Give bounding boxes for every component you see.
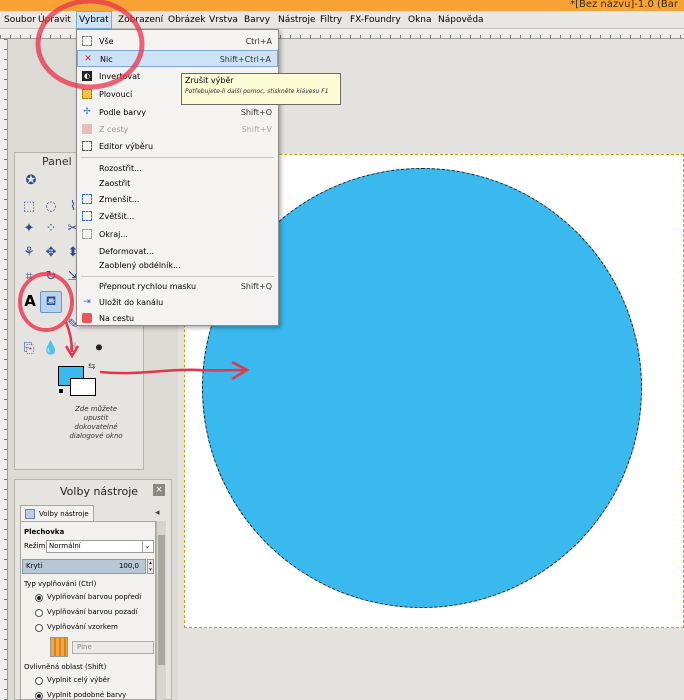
- menu-item-all[interactable]: Vše Ctrl+A: [77, 33, 278, 50]
- opacity-stepper[interactable]: ▴ ▾: [147, 559, 154, 574]
- paths-icon[interactable]: ⚘: [20, 244, 38, 262]
- tool-name: Plechovka: [24, 528, 65, 536]
- dock-hint: Zde můžete upustit dokovatelné dialogové…: [69, 405, 123, 440]
- opacity-label: Krytí: [26, 562, 43, 570]
- reset-colors-icon[interactable]: [58, 388, 64, 394]
- menu-item-grow[interactable]: Zvětšit...: [77, 208, 278, 225]
- ellipse-select-icon[interactable]: ◌: [42, 198, 60, 216]
- menu-item-sharpen[interactable]: Zaostřit: [77, 175, 278, 192]
- blur-icon[interactable]: 💧: [42, 340, 60, 358]
- menu-windows[interactable]: Okna: [406, 11, 434, 29]
- window-titlebar: *[Bez názvu]-1.0 (Bar: [0, 0, 684, 11]
- border-icon: [82, 229, 92, 239]
- fill-whole-radio[interactable]: [35, 677, 43, 685]
- color-select-icon[interactable]: ⁘: [42, 220, 60, 238]
- rotate-icon[interactable]: ↻: [42, 268, 60, 286]
- path-icon: [82, 124, 92, 134]
- fill-similar-label: Vyplnit podobné barvy: [47, 691, 127, 699]
- gimp-logo-icon: ✪: [25, 173, 37, 188]
- to-path-icon: [82, 313, 92, 323]
- menubar: Soubor Úpravit Vybrat Zobrazení Obrázek …: [0, 11, 684, 29]
- fill-fg-radio[interactable]: [35, 594, 43, 602]
- background-color-swatch[interactable]: [70, 378, 96, 396]
- tab-tool-options[interactable]: Volby nástroje: [20, 505, 94, 522]
- text-tool-icon[interactable]: A: [21, 292, 39, 310]
- selection-editor-icon: [82, 141, 92, 151]
- window-title: *[Bez názvu]-1.0 (Bar: [570, 0, 678, 10]
- menu-tools[interactable]: Nástroje: [276, 11, 318, 29]
- chevron-down-icon: ⌄: [142, 541, 152, 552]
- close-icon: ✕: [84, 54, 92, 64]
- tool-options-scrollbar[interactable]: [156, 521, 166, 700]
- menu-file[interactable]: Soubor: [2, 11, 38, 29]
- scrollbar-thumb[interactable]: [158, 535, 165, 665]
- menu-separator: [81, 157, 274, 158]
- swap-colors-icon[interactable]: ⇆: [88, 362, 96, 372]
- menu-view[interactable]: Zobrazení: [116, 11, 165, 29]
- fill-bg-label: Vyplňování barvou pozadí: [47, 608, 138, 616]
- menu-item-from-path[interactable]: Z cesty Shift+V: [77, 121, 278, 138]
- mode-select[interactable]: Normální ⌄: [46, 540, 154, 553]
- bucket-fill-icon[interactable]: ⛾: [40, 291, 62, 313]
- fill-pattern-label: Vyplňování vzorkem: [47, 623, 118, 631]
- menu-item-rounded-rect[interactable]: Zaoblený obdélník...: [77, 257, 278, 274]
- affected-area-label: Ovlivněná oblast (Shift): [24, 663, 107, 671]
- fuzzy-select-icon[interactable]: ✦: [20, 220, 38, 238]
- shrink-icon: [82, 194, 92, 204]
- menu-item-by-color[interactable]: ✢ Podle barvy Shift+O: [77, 104, 278, 121]
- menu-fx-foundry[interactable]: FX-Foundry: [348, 11, 403, 29]
- menu-filters[interactable]: Filtry: [318, 11, 344, 29]
- move-icon[interactable]: ✥: [42, 244, 60, 262]
- vertical-ruler[interactable]: [0, 39, 8, 700]
- save-channel-icon: ⇥: [83, 297, 91, 307]
- fill-type-label: Typ vyplňování (Ctrl): [24, 580, 97, 588]
- smudge-icon[interactable]: ☝: [64, 340, 82, 358]
- tooltip: Zrušit výběr Potřebujete-li další pomoc,…: [181, 73, 341, 105]
- clone-icon[interactable]: ⎘: [20, 340, 38, 358]
- pattern-preview[interactable]: [50, 637, 68, 657]
- tool-options-tab-icon: [25, 509, 35, 519]
- fill-pattern-radio[interactable]: [35, 624, 43, 632]
- select-all-icon: [82, 36, 92, 46]
- tab-menu-icon[interactable]: ◂: [155, 508, 160, 518]
- close-icon[interactable]: ×: [153, 484, 165, 496]
- menu-layer[interactable]: Vrstva: [207, 11, 240, 29]
- menu-item-to-path[interactable]: Na cestu: [77, 310, 278, 327]
- opacity-value: 100,0: [118, 562, 139, 570]
- float-icon: [82, 89, 92, 99]
- menu-help[interactable]: Nápověda: [436, 11, 486, 29]
- crop-icon[interactable]: ⌗: [20, 268, 38, 286]
- grow-icon: [82, 211, 92, 221]
- rect-select-icon[interactable]: ⬚: [20, 198, 38, 216]
- menu-item-save-to-channel[interactable]: ⇥ Uložit do kanálu: [77, 294, 278, 311]
- color-select-icon: ✢: [83, 107, 91, 117]
- mode-value: Normální: [49, 542, 81, 550]
- tooltip-hint: Potřebujete-li další pomoc, stiskněte kl…: [185, 88, 329, 95]
- fill-fg-label: Vyplňování barvou popředí: [47, 593, 142, 601]
- menu-separator: [81, 276, 274, 277]
- mode-label: Režim:: [24, 542, 48, 550]
- menu-item-shrink[interactable]: Zmenšit...: [77, 191, 278, 208]
- menu-item-none[interactable]: ✕ Nic Shift+Ctrl+A: [77, 50, 278, 67]
- fill-whole-label: Vyplnit celý výběr: [47, 676, 110, 684]
- menu-edit[interactable]: Úpravit: [36, 11, 73, 29]
- dodge-burn-icon[interactable]: ⚫: [90, 340, 108, 358]
- menu-colors[interactable]: Barvy: [242, 11, 272, 29]
- menu-item-border[interactable]: Okraj...: [77, 226, 278, 243]
- pattern-name[interactable]: Pine: [72, 641, 154, 654]
- menu-image[interactable]: Obrázek: [166, 11, 208, 29]
- fill-bg-radio[interactable]: [35, 609, 43, 617]
- opacity-slider[interactable]: Krytí 100,0: [22, 559, 146, 574]
- menu-select[interactable]: Vybrat: [76, 11, 112, 29]
- fill-similar-radio[interactable]: [35, 692, 43, 700]
- menu-item-selection-editor[interactable]: Editor výběru: [77, 138, 278, 155]
- tab-label: Volby nástroje: [39, 510, 89, 518]
- tooltip-title: Zrušit výběr: [185, 76, 234, 85]
- tool-options-title: Volby nástroje: [60, 485, 139, 498]
- menu-item-quick-mask[interactable]: Přepnout rychlou masku Shift+Q: [77, 278, 278, 295]
- invert-icon: ◐: [82, 71, 92, 81]
